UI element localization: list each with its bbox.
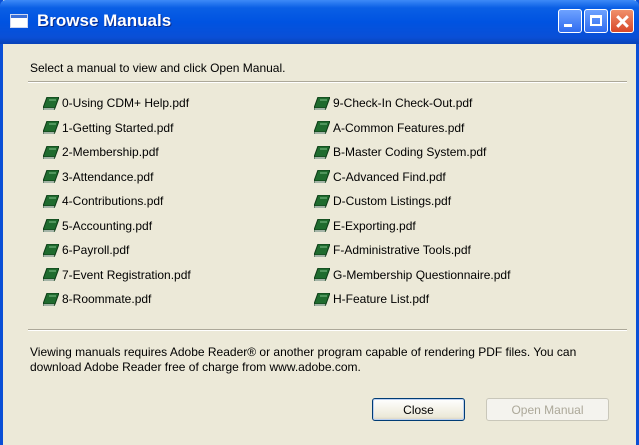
book-icon: [314, 170, 330, 184]
manual-label: 2-Membership.pdf: [62, 145, 159, 160]
manual-label: 9-Check-In Check-Out.pdf: [333, 96, 473, 111]
book-icon: [43, 292, 59, 306]
manual-label: 5-Accounting.pdf: [62, 218, 153, 233]
book-icon: [43, 219, 59, 233]
manual-item[interactable]: 7-Event Registration.pdf: [43, 263, 191, 288]
window-icon: [10, 14, 28, 28]
window-title: Browse Manuals: [37, 11, 172, 30]
book-icon: [43, 243, 59, 257]
close-icon[interactable]: [610, 9, 634, 33]
manual-label: 6-Payroll.pdf: [62, 243, 130, 258]
book-icon: [314, 145, 330, 159]
manual-item[interactable]: 8-Roommate.pdf: [43, 287, 191, 312]
book-icon: [314, 194, 330, 208]
manual-item[interactable]: 2-Membership.pdf: [43, 140, 191, 165]
divider: [28, 81, 627, 83]
manual-label: 1-Getting Started.pdf: [62, 120, 174, 135]
manual-item[interactable]: C-Advanced Find.pdf: [314, 165, 510, 190]
manual-list-right: 9-Check-In Check-Out.pdf A-Common Feature…: [314, 91, 510, 312]
manual-item[interactable]: A-Common Features.pdf: [314, 116, 510, 141]
manual-list-left: 0-Using CDM+ Help.pdf 1-Getting Started.p…: [43, 91, 191, 312]
book-icon: [314, 243, 330, 257]
manual-label: C-Advanced Find.pdf: [333, 169, 446, 184]
book-icon: [314, 121, 330, 135]
close-button[interactable]: Close: [372, 398, 465, 421]
book-icon: [314, 96, 330, 110]
manual-item[interactable]: 5-Accounting.pdf: [43, 214, 191, 239]
manual-label: D-Custom Listings.pdf: [333, 194, 452, 209]
manual-item[interactable]: 1-Getting Started.pdf: [43, 116, 191, 141]
maximize-icon[interactable]: [584, 9, 608, 33]
manual-item[interactable]: F-Administrative Tools.pdf: [314, 238, 510, 263]
book-icon: [314, 219, 330, 233]
manual-label: 7-Event Registration.pdf: [62, 267, 191, 282]
manual-label: 4-Contributions.pdf: [62, 194, 164, 209]
instruction-text: Select a manual to view and click Open M…: [30, 61, 286, 75]
manual-item[interactable]: 0-Using CDM+ Help.pdf: [43, 91, 191, 116]
manual-item[interactable]: H-Feature List.pdf: [314, 287, 510, 312]
manual-item[interactable]: B-Master Coding System.pdf: [314, 140, 510, 165]
divider: [28, 329, 627, 331]
manual-item[interactable]: 4-Contributions.pdf: [43, 189, 191, 214]
book-icon: [314, 292, 330, 306]
manual-label: 8-Roommate.pdf: [62, 292, 152, 307]
browse-manuals-window: Browse Manuals Select a manual to view a…: [0, 0, 639, 445]
adobe-reader-notice: Viewing manuals requires Adobe Reader® o…: [30, 345, 577, 374]
manual-label: F-Administrative Tools.pdf: [333, 243, 471, 258]
manual-label: B-Master Coding System.pdf: [333, 145, 487, 160]
book-icon: [43, 170, 59, 184]
manual-item[interactable]: 9-Check-In Check-Out.pdf: [314, 91, 510, 116]
book-icon: [314, 268, 330, 282]
book-icon: [43, 121, 59, 135]
open-manual-button[interactable]: Open Manual: [486, 398, 609, 421]
book-icon: [43, 145, 59, 159]
manual-label: 0-Using CDM+ Help.pdf: [62, 96, 190, 111]
manual-label: 3-Attendance.pdf: [62, 169, 154, 184]
manual-item[interactable]: 3-Attendance.pdf: [43, 165, 191, 190]
manual-item[interactable]: G-Membership Questionnaire.pdf: [314, 263, 510, 288]
manual-label: G-Membership Questionnaire.pdf: [333, 267, 511, 282]
title-bar[interactable]: Browse Manuals: [0, 0, 639, 44]
manual-item[interactable]: E-Exporting.pdf: [314, 214, 510, 239]
manual-label: E-Exporting.pdf: [333, 218, 416, 233]
manual-label: A-Common Features.pdf: [333, 120, 465, 135]
manual-item[interactable]: 6-Payroll.pdf: [43, 238, 191, 263]
manual-label: H-Feature List.pdf: [333, 292, 430, 307]
manual-item[interactable]: D-Custom Listings.pdf: [314, 189, 510, 214]
book-icon: [43, 268, 59, 282]
book-icon: [43, 96, 59, 110]
minimize-icon[interactable]: [558, 9, 582, 33]
book-icon: [43, 194, 59, 208]
